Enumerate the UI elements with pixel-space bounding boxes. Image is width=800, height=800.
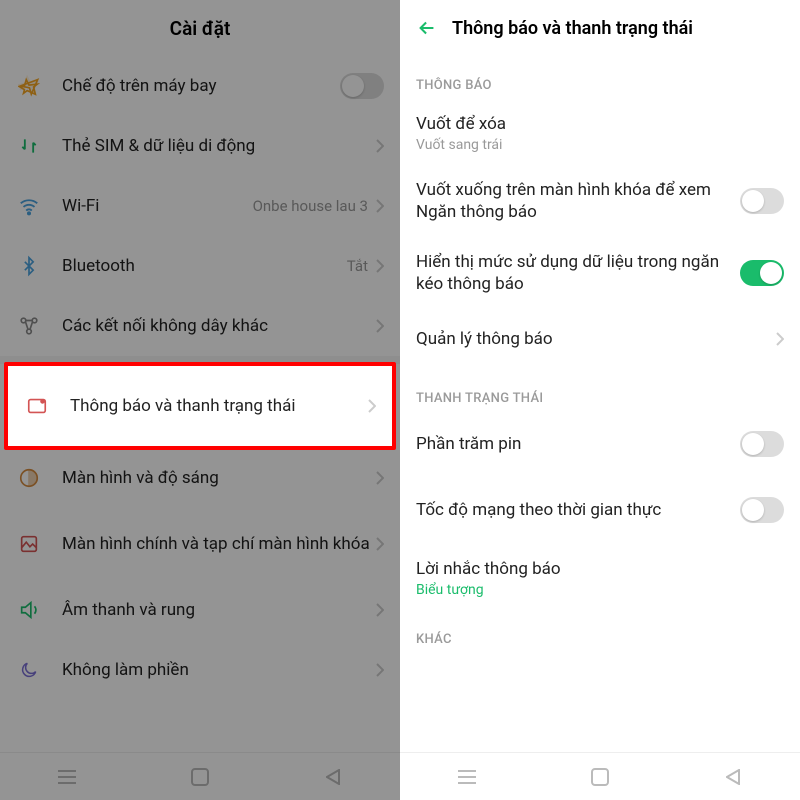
notifications-list: THÔNG BÁO Vuốt để xóa Vuốt sang trái Vuố… bbox=[400, 56, 800, 752]
header: Cài đặt bbox=[0, 0, 400, 56]
display-label: Màn hình và độ sáng bbox=[62, 467, 376, 489]
row-home[interactable]: Màn hình chính và tạp chí màn hình khóa bbox=[0, 508, 400, 580]
lockswipe-label: Vuốt xuống trên màn hình khóa để xem Ngă… bbox=[416, 179, 740, 223]
row-lockscreen-swipe[interactable]: Vuốt xuống trên màn hình khóa để xem Ngă… bbox=[400, 165, 800, 237]
row-swipe-delete[interactable]: Vuốt để xóa Vuốt sang trái bbox=[400, 101, 800, 165]
highlight-box: Thông báo và thanh trạng thái bbox=[4, 362, 396, 450]
airplane-icon bbox=[16, 73, 42, 99]
bluetooth-icon bbox=[16, 253, 42, 279]
nav-recents-icon[interactable] bbox=[47, 757, 87, 797]
row-netspeed[interactable]: Tốc độ mạng theo thời gian thực bbox=[400, 474, 800, 546]
page-title: Thông báo và thanh trạng thái bbox=[452, 18, 693, 39]
chevron-right-icon bbox=[376, 663, 384, 677]
netspeed-toggle[interactable] bbox=[740, 497, 784, 523]
row-display[interactable]: Màn hình và độ sáng bbox=[0, 448, 400, 508]
row-manage-notifications[interactable]: Quản lý thông báo bbox=[400, 309, 800, 369]
wifi-label: Wi-Fi bbox=[62, 195, 253, 217]
notifications-screen: Thông báo và thanh trạng thái THÔNG BÁO … bbox=[400, 0, 800, 800]
chevron-right-icon bbox=[376, 603, 384, 617]
wifi-value: Onbe house lau 3 bbox=[253, 197, 368, 215]
airplane-label: Chế độ trên máy bay bbox=[62, 75, 340, 97]
lockswipe-toggle[interactable] bbox=[740, 188, 784, 214]
row-reminder[interactable]: Lời nhắc thông báo Biểu tượng bbox=[400, 546, 800, 610]
row-wifi[interactable]: Wi-Fi Onbe house lau 3 bbox=[0, 176, 400, 236]
section-header-notifications: THÔNG BÁO bbox=[400, 56, 800, 101]
reminder-label: Lời nhắc thông báo bbox=[416, 558, 784, 580]
header: Thông báo và thanh trạng thái bbox=[400, 0, 800, 56]
sound-icon bbox=[16, 597, 42, 623]
row-bluetooth[interactable]: Bluetooth Tắt bbox=[0, 236, 400, 296]
row-battery-percent[interactable]: Phần trăm pin bbox=[400, 414, 800, 474]
chevron-right-icon bbox=[376, 199, 384, 213]
battery-label: Phần trăm pin bbox=[416, 433, 740, 455]
bluetooth-value: Tắt bbox=[347, 257, 368, 275]
nav-bar bbox=[0, 752, 400, 800]
nav-recents-icon[interactable] bbox=[447, 757, 487, 797]
manage-label: Quản lý thông báo bbox=[416, 328, 776, 350]
brightness-icon bbox=[16, 465, 42, 491]
back-button[interactable] bbox=[416, 17, 438, 39]
bluetooth-label: Bluetooth bbox=[62, 255, 347, 277]
netspeed-label: Tốc độ mạng theo thời gian thực bbox=[416, 499, 740, 521]
sound-label: Âm thanh và rung bbox=[62, 599, 376, 621]
chevron-right-icon bbox=[376, 139, 384, 153]
airplane-toggle[interactable] bbox=[340, 73, 384, 99]
notification-icon bbox=[24, 393, 50, 419]
chevron-right-icon bbox=[376, 471, 384, 485]
row-notifications[interactable]: Thông báo và thanh trạng thái bbox=[8, 366, 392, 446]
sim-label: Thẻ SIM & dữ liệu di động bbox=[62, 135, 376, 157]
row-airplane[interactable]: Chế độ trên máy bay bbox=[0, 56, 400, 116]
section-header-statusbar: THANH TRẠNG THÁI bbox=[400, 369, 800, 414]
home-label: Màn hình chính và tạp chí màn hình khóa bbox=[62, 533, 376, 555]
swipe-sub: Vuốt sang trái bbox=[416, 137, 784, 153]
row-dnd[interactable]: Không làm phiền bbox=[0, 640, 400, 700]
chevron-right-icon bbox=[376, 319, 384, 333]
chevron-right-icon bbox=[376, 537, 384, 551]
nav-bar bbox=[400, 752, 800, 800]
datausage-label: Hiển thị mức sử dụng dữ liệu trong ngăn … bbox=[416, 251, 740, 295]
wifi-icon bbox=[16, 193, 42, 219]
notifications-label: Thông báo và thanh trạng thái bbox=[70, 395, 368, 417]
row-sound[interactable]: Âm thanh và rung bbox=[0, 580, 400, 640]
chevron-right-icon bbox=[776, 332, 784, 346]
datausage-toggle[interactable] bbox=[740, 260, 784, 286]
settings-list: Chế độ trên máy bay Thẻ SIM & dữ liệu di… bbox=[0, 56, 400, 752]
row-data-usage[interactable]: Hiển thị mức sử dụng dữ liệu trong ngăn … bbox=[400, 237, 800, 309]
settings-screen: Cài đặt Chế độ trên máy bay Thẻ SIM & dữ… bbox=[0, 0, 400, 800]
nav-home-icon[interactable] bbox=[180, 757, 220, 797]
dnd-label: Không làm phiền bbox=[62, 659, 376, 681]
home-icon bbox=[16, 531, 42, 557]
nav-back-icon[interactable] bbox=[713, 757, 753, 797]
moon-icon bbox=[16, 657, 42, 683]
sim-icon bbox=[16, 133, 42, 159]
nav-back-icon[interactable] bbox=[313, 757, 353, 797]
row-wireless[interactable]: Các kết nối không dây khác bbox=[0, 296, 400, 356]
chevron-right-icon bbox=[376, 259, 384, 273]
section-header-other: KHÁC bbox=[400, 610, 800, 655]
wireless-label: Các kết nối không dây khác bbox=[62, 315, 376, 337]
swipe-label: Vuốt để xóa bbox=[416, 113, 784, 135]
chevron-right-icon bbox=[368, 399, 376, 413]
page-title: Cài đặt bbox=[170, 17, 231, 40]
battery-toggle[interactable] bbox=[740, 431, 784, 457]
link-icon bbox=[16, 313, 42, 339]
nav-home-icon[interactable] bbox=[580, 757, 620, 797]
row-sim[interactable]: Thẻ SIM & dữ liệu di động bbox=[0, 116, 400, 176]
reminder-sub: Biểu tượng bbox=[416, 582, 784, 598]
